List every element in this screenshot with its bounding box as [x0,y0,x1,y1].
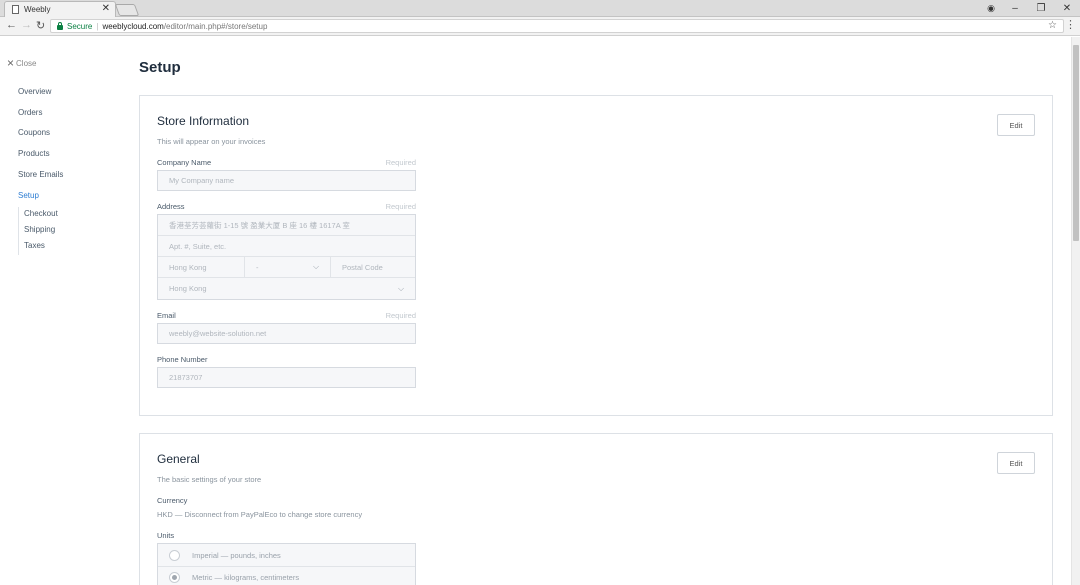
browser-tab-bar: Weebly ✕ ◉ – ❐ ✕ [0,0,1080,17]
company-name-input[interactable]: My Company name [157,170,416,191]
address-required-label: Required [385,202,416,211]
region-select[interactable]: - ⌵ [244,257,330,278]
lock-icon [57,21,63,30]
store-information-card: Store Information This will appear on yo… [139,95,1053,416]
back-arrow-icon[interactable]: ← [6,19,17,31]
profile-icon[interactable]: ◉ [980,3,1002,14]
sidebar-item-overview[interactable]: Overview [18,87,51,96]
url-host: weeblycloud.com [102,21,164,31]
address-bar[interactable]: Secure | weeblycloud.com/editor/main.php… [50,19,1064,33]
postal-code-placeholder: Postal Code [342,263,383,272]
minimize-button[interactable]: – [1002,3,1028,14]
close-icon: × [7,56,15,70]
sidebar-item-store-emails[interactable]: Store Emails [18,170,63,179]
country-value: Hong Kong [169,284,207,293]
store-info-edit-button[interactable]: Edit [997,114,1035,136]
reload-icon[interactable]: ↻ [36,19,45,32]
scrollbar-thumb[interactable] [1073,45,1079,241]
city-region-postal-row: Hong Kong - ⌵ Postal Code [158,257,415,278]
sidebar-item-products[interactable]: Products [18,149,50,158]
sidebar-item-coupons[interactable]: Coupons [18,128,50,137]
company-required-label: Required [385,158,416,167]
email-label: Email [157,311,176,320]
region-value: - [256,263,259,272]
email-value: weebly@website-solution.net [169,329,267,338]
general-card: General The basic settings of your store… [139,433,1053,585]
browser-toolbar: ← → ↻ Secure | weeblycloud.com/editor/ma… [0,17,1080,36]
currency-value: HKD — Disconnect from PayPalEco to chang… [157,510,363,519]
page-scrollbar[interactable] [1071,37,1080,585]
sidebar-subitem-shipping[interactable]: Shipping [24,225,55,234]
radio-button[interactable] [169,549,180,561]
window-controls: ◉ – ❐ ✕ [980,0,1080,17]
tab-title: Weebly [24,5,51,14]
store-info-subtitle: This will appear on your invoices [157,137,266,146]
address-line1-value: 香港荃芳荟蘿街 1-15 號 盈業大厦 B 座 16 樓 1617A 室 [169,221,350,230]
phone-number-input[interactable]: 21873707 [157,367,416,388]
units-radio-group: Imperial — pounds, inches Metric — kilog… [157,543,416,585]
address-line2-input[interactable]: Apt. #, Suite, etc. [158,236,415,257]
new-tab-button[interactable] [114,4,140,16]
units-option-label: Metric — kilograms, centimeters [192,573,300,582]
country-select[interactable]: Hong Kong ⌵ [158,278,415,300]
sidebar-item-setup[interactable]: Setup [18,191,39,200]
window-close-button[interactable]: ✕ [1054,3,1080,14]
units-option-metric[interactable]: Metric — kilograms, centimeters [158,566,415,585]
close-label: Close [16,58,37,68]
browser-menu-icon[interactable]: ⋮ [1065,18,1076,31]
units-option-label: Imperial — pounds, inches [192,550,281,560]
general-edit-button[interactable]: Edit [997,452,1035,474]
page-title: Setup [139,59,181,76]
url-path: /editor/main.php#/store/setup [163,21,268,31]
sidebar-item-orders[interactable]: Orders [18,108,42,117]
sidebar-subitem-checkout[interactable]: Checkout [24,209,58,218]
address-label: Address [157,202,185,211]
city-input[interactable]: Hong Kong [158,257,244,278]
forward-arrow-icon[interactable]: → [21,19,32,31]
document-icon [12,5,19,14]
store-sidebar: × Close Overview Orders Coupons Products… [0,37,130,585]
address-fieldset: 香港荃芳荟蘿街 1-15 號 盈業大厦 B 座 16 樓 1617A 室 Apt… [157,214,416,300]
close-button[interactable]: × Close [7,56,37,70]
general-title: General [157,452,200,466]
setup-submenu: Checkout Shipping Taxes [18,207,58,255]
city-value: Hong Kong [169,263,207,272]
restore-button[interactable]: ❐ [1028,3,1054,14]
chevron-down-icon: ⌵ [313,262,320,271]
phone-number-label: Phone Number [157,355,208,364]
browser-tab[interactable]: Weebly ✕ [4,1,116,17]
address-line1-input[interactable]: 香港荃芳荟蘿街 1-15 號 盈業大厦 B 座 16 樓 1617A 室 [158,215,415,236]
address-line2-placeholder: Apt. #, Suite, etc. [169,242,227,251]
units-option-imperial[interactable]: Imperial — pounds, inches [158,544,415,566]
radio-button-checked[interactable] [169,572,180,583]
chevron-down-icon: ⌵ [398,284,405,293]
secure-label: Secure [67,21,93,31]
tab-close-icon[interactable]: ✕ [102,3,110,14]
company-name-placeholder: My Company name [169,176,235,185]
store-info-title: Store Information [157,114,250,128]
units-label: Units [157,531,175,540]
url-separator: | [96,21,99,31]
currency-label: Currency [157,496,188,505]
email-input[interactable]: weebly@website-solution.net [157,323,416,344]
email-required-label: Required [385,311,416,320]
sidebar-subitem-taxes[interactable]: Taxes [24,241,45,250]
general-subtitle: The basic settings of your store [157,475,262,484]
phone-number-value: 21873707 [169,373,203,382]
postal-code-input[interactable]: Postal Code [330,257,415,278]
bookmark-star-icon[interactable]: ☆ [1048,20,1057,31]
company-name-label: Company Name [157,158,212,167]
